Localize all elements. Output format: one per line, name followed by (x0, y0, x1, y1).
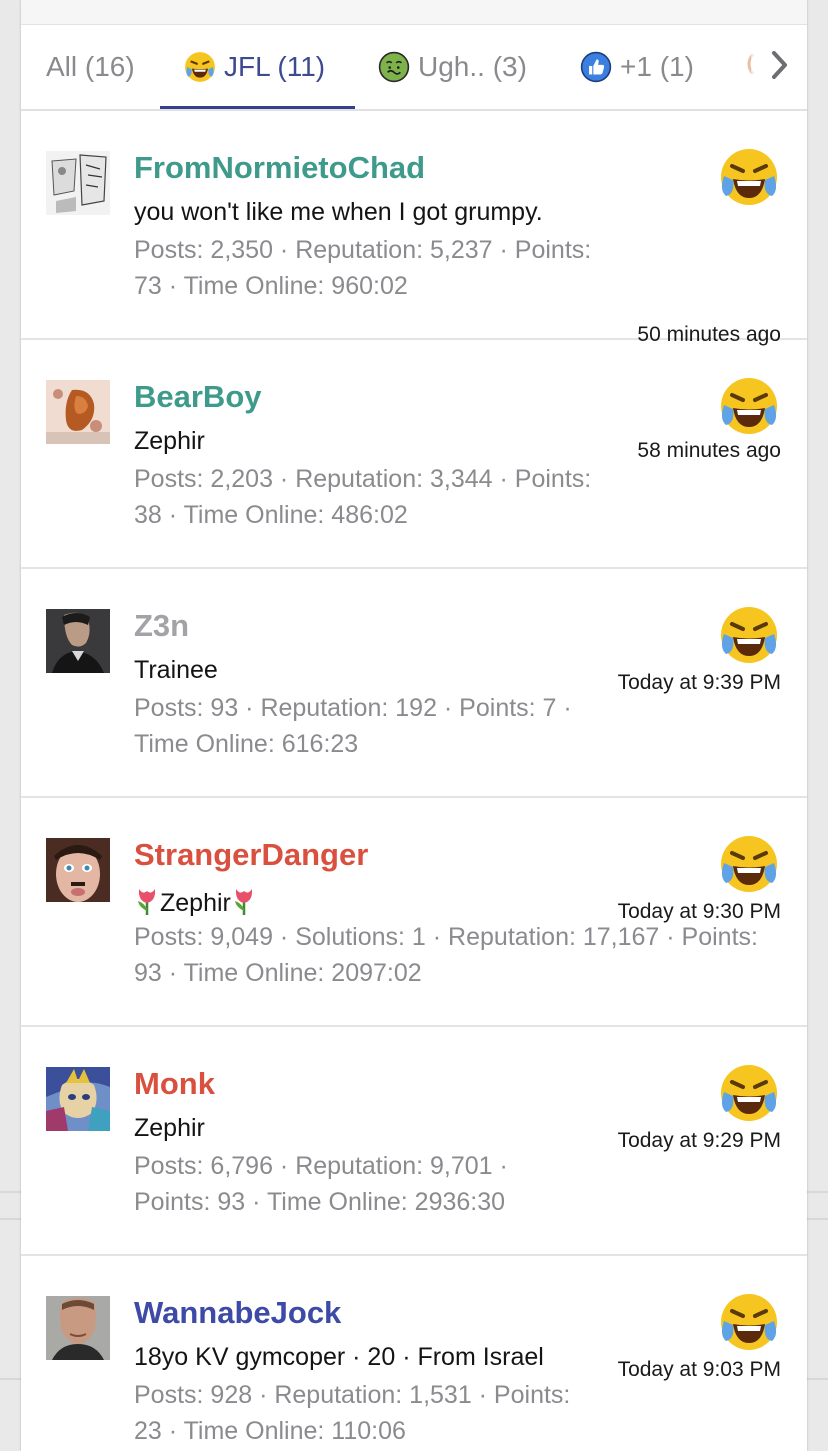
username-link[interactable]: Z3n (134, 608, 189, 644)
user-title: Trainee (134, 656, 218, 685)
thumbs-up-emoji-icon (580, 51, 612, 83)
user-title: 18yo KV gymcoper · 20 · From Israel (134, 1343, 544, 1372)
user-title-text: Zephir (134, 1114, 205, 1142)
username-link[interactable]: FromNormietoChad (134, 150, 425, 186)
tab-jfl[interactable]: JFL (11) (184, 25, 325, 109)
tabs-scroll-right-button[interactable] (751, 25, 807, 109)
user-title: Zephir (134, 427, 205, 456)
laughing-crying-emoji-icon (719, 376, 779, 436)
username-link[interactable]: WannabeJock (134, 1295, 341, 1331)
laughing-crying-emoji-icon (184, 51, 216, 83)
user-stats: Posts: 2,203 · Reputation: 3,344 · Point… (134, 465, 592, 529)
avatar[interactable] (46, 838, 110, 902)
tulip-emoji-icon (134, 885, 160, 922)
user-title-text: 18yo KV gymcoper · 20 · From Israel (134, 1343, 544, 1371)
reactions-panel: All (16) JFL (11) Ugh.. (3) +1 (1) FromN… (21, 0, 807, 1451)
user-title-text: Trainee (134, 656, 218, 684)
laughing-crying-emoji-icon (719, 605, 779, 665)
tab-plus-one[interactable]: +1 (1) (580, 25, 694, 109)
list-item: FromNormietoChad you won't like me when … (21, 111, 807, 346)
user-title: Zephir (134, 1114, 205, 1143)
list-item: BearBoy Zephir Posts: 2,203 · Reputation… (21, 340, 807, 569)
tulip-emoji-icon (231, 885, 257, 922)
user-stats: Posts: 928 · Reputation: 1,531 · Points:… (134, 1381, 571, 1445)
tab-label: +1 (1) (620, 51, 694, 82)
avatar[interactable] (46, 1067, 110, 1131)
nauseated-emoji-icon (378, 51, 410, 83)
tab-label: JFL (11) (224, 51, 326, 82)
user-stats: Posts: 93 · Reputation: 192 · Points: 7 … (134, 694, 572, 758)
tab-all[interactable]: All (16) (46, 25, 135, 109)
reaction-list: FromNormietoChad you won't like me when … (21, 111, 807, 1451)
list-item: WannabeJock 18yo KV gymcoper · 20 · From… (21, 1256, 807, 1451)
reaction-time: Today at 9:03 PM (617, 1358, 781, 1381)
user-title-text: Zephir (134, 427, 205, 455)
user-title: Zephir (134, 885, 257, 922)
avatar[interactable] (46, 1296, 110, 1360)
avatar[interactable] (46, 609, 110, 673)
tab-ugh[interactable]: Ugh.. (3) (378, 25, 527, 109)
reaction-tabs: All (16) JFL (11) Ugh.. (3) +1 (1) (21, 25, 807, 111)
reaction-time: Today at 9:39 PM (617, 671, 781, 694)
username-link[interactable]: Monk (134, 1066, 215, 1102)
laughing-crying-emoji-icon (719, 147, 779, 207)
list-item: Z3n Trainee Posts: 93 · Reputation: 192 … (21, 569, 807, 798)
user-stats: Posts: 2,350 · Reputation: 5,237 · Point… (134, 236, 592, 300)
user-title-text: you won't like me when I got grumpy. (134, 198, 543, 226)
list-item: StrangerDanger Zephir Posts: 9,049 · Sol… (21, 798, 807, 1027)
chevron-right-icon (769, 50, 789, 85)
reaction-time: Today at 9:30 PM (617, 900, 781, 923)
list-item: Monk Zephir Posts: 6,796 · Reputation: 9… (21, 1027, 807, 1256)
user-stats: Posts: 6,796 · Reputation: 9,701 · Point… (134, 1152, 508, 1216)
username-link[interactable]: BearBoy (134, 379, 262, 415)
avatar[interactable] (46, 380, 110, 444)
reaction-time: Today at 9:29 PM (617, 1129, 781, 1152)
user-title: you won't like me when I got grumpy. (134, 198, 543, 227)
laughing-crying-emoji-icon (719, 1063, 779, 1123)
avatar[interactable] (46, 151, 110, 215)
laughing-crying-emoji-icon (719, 834, 779, 894)
tab-label: Ugh.. (3) (418, 51, 527, 82)
reaction-time: 58 minutes ago (637, 439, 781, 462)
user-title-text: Zephir (160, 889, 231, 917)
username-link[interactable]: StrangerDanger (134, 837, 368, 873)
laughing-crying-emoji-icon (719, 1292, 779, 1352)
user-stats: Posts: 9,049 · Solutions: 1 · Reputation… (134, 923, 758, 987)
panel-header (21, 0, 807, 25)
tab-label: All (16) (46, 51, 135, 82)
